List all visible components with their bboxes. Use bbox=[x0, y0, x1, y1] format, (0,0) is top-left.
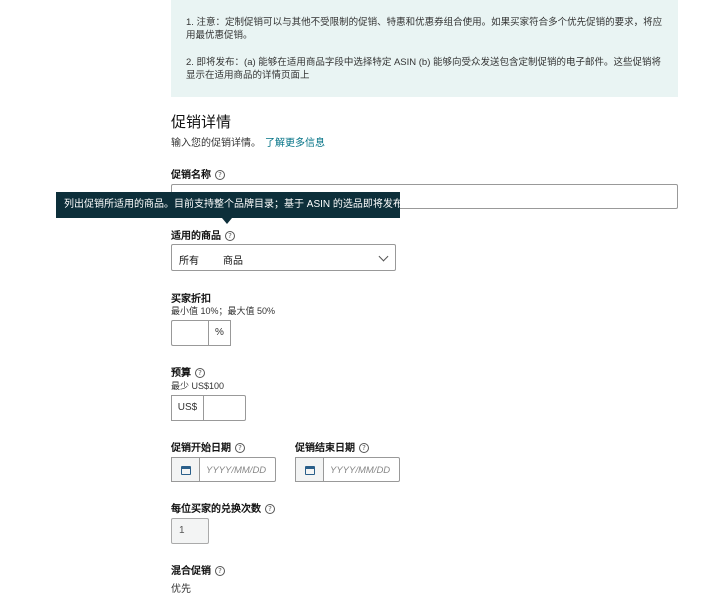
combined-promotion-value: 优先 bbox=[171, 584, 191, 595]
start-date-label-text: 促销开始日期 bbox=[171, 443, 231, 454]
tooltip: 列出促销所适用的商品。目前支持整个品牌目录；基于 ASIN 的选品即将发布 bbox=[56, 192, 403, 224]
applicable-products-label: 适用的商品? bbox=[171, 227, 235, 242]
buyer-discount-label: 买家折扣 bbox=[171, 294, 211, 305]
calendar-icon bbox=[181, 466, 191, 475]
help-circle-icon[interactable]: ? bbox=[225, 231, 235, 241]
redemptions-label: 每位买家的兑换次数? bbox=[171, 500, 275, 515]
budget-label: 预算? bbox=[171, 364, 205, 379]
help-circle-icon[interactable]: ? bbox=[359, 443, 369, 453]
help-circle-icon[interactable]: ? bbox=[195, 368, 205, 378]
start-date-input[interactable]: YYYY/MM/DD bbox=[199, 457, 276, 482]
redemptions-label-text: 每位买家的兑换次数 bbox=[171, 504, 261, 515]
help-circle-icon[interactable]: ? bbox=[215, 170, 225, 180]
applicable-products-label-text: 适用的商品 bbox=[171, 231, 221, 242]
help-circle-icon[interactable]: ? bbox=[215, 566, 225, 576]
start-date-label: 促销开始日期? bbox=[171, 439, 245, 454]
percent-addon: % bbox=[208, 320, 231, 346]
learn-more-link[interactable]: 了解更多信息 bbox=[265, 138, 325, 149]
buyer-discount-hint: 最小值 10%；最大值 50% bbox=[171, 306, 276, 316]
promotion-name-label: 促销名称? bbox=[171, 166, 225, 181]
end-date-label: 促销结束日期? bbox=[295, 439, 369, 454]
applicable-products-value: 所有 商品 bbox=[179, 252, 243, 267]
notice-box: 1. 注意：定制促销可以与其他不受限制的促销、特惠和优惠券组合使用。如果买家符合… bbox=[171, 0, 678, 97]
applicable-products-suffix: 商品 bbox=[223, 256, 243, 267]
help-circle-icon[interactable]: ? bbox=[235, 443, 245, 453]
combined-promotion-label: 混合促销? bbox=[171, 562, 225, 577]
end-date-label-text: 促销结束日期 bbox=[295, 443, 355, 454]
applicable-products-select[interactable]: 所有 商品 bbox=[171, 244, 396, 271]
buyer-discount-input[interactable] bbox=[171, 320, 209, 346]
budget-label-text: 预算 bbox=[171, 368, 191, 379]
budget-input[interactable] bbox=[203, 395, 246, 421]
budget-hint: 最少 US$100 bbox=[171, 381, 225, 391]
section-title: 促销详情 bbox=[171, 114, 232, 131]
calendar-icon bbox=[305, 466, 315, 475]
end-date-placeholder: YYYY/MM/DD bbox=[330, 465, 391, 476]
notice-item-2: 2. 即将发布：(a) 能够在适用商品字段中选择特定 ASIN (b) 能够向受… bbox=[186, 57, 662, 81]
combined-promotion-label-text: 混合促销 bbox=[171, 566, 211, 577]
currency-addon: US$ bbox=[171, 395, 204, 421]
section-description-text: 输入您的促销详情。 bbox=[171, 138, 261, 149]
chevron-down-icon bbox=[378, 251, 389, 262]
start-date-placeholder: YYYY/MM/DD bbox=[206, 465, 267, 476]
end-date-calendar-button[interactable] bbox=[295, 457, 324, 482]
redemptions-value: 1 bbox=[179, 525, 185, 536]
start-date-calendar-button[interactable] bbox=[171, 457, 200, 482]
applicable-products-prefix: 所有 bbox=[179, 256, 199, 267]
redemptions-input bbox=[171, 518, 209, 544]
end-date-input[interactable]: YYYY/MM/DD bbox=[323, 457, 400, 482]
tooltip-arrow bbox=[222, 218, 232, 224]
promotion-name-label-text: 促销名称 bbox=[171, 170, 211, 181]
help-circle-icon[interactable]: ? bbox=[265, 504, 275, 514]
section-description: 输入您的促销详情。 了解更多信息 bbox=[171, 134, 325, 149]
tooltip-text: 列出促销所适用的商品。目前支持整个品牌目录；基于 ASIN 的选品即将发布 bbox=[64, 199, 403, 210]
notice-item-1: 1. 注意：定制促销可以与其他不受限制的促销、特惠和优惠券组合使用。如果买家符合… bbox=[186, 17, 663, 41]
